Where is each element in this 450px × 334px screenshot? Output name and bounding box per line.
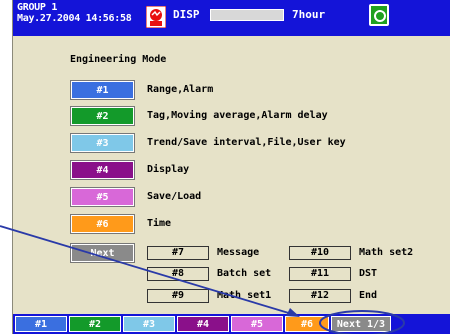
next-item-label: DST [359, 268, 378, 279]
next-item-key: #12 [289, 289, 351, 303]
next-item-key: #10 [289, 246, 351, 260]
softkey-next[interactable]: Next 1/3 [331, 316, 391, 332]
softkey-4[interactable]: #4 [177, 316, 229, 332]
menu-item-label: Display [147, 164, 190, 175]
softkey-bar: #1 #2 #3 #4 #5 #6 Next 1/3 [13, 314, 450, 334]
next-item-label: Batch set [217, 268, 272, 279]
softkey-6[interactable]: #6 [285, 316, 329, 332]
menu-item-label: Time [147, 218, 172, 229]
softkey-5[interactable]: #5 [231, 316, 283, 332]
next-item-label: Math set1 [217, 290, 272, 301]
menu-item-label: Range,Alarm [147, 84, 214, 95]
datetime: May.27.2004 14:56:58 [17, 13, 132, 24]
next-item-key: #9 [147, 289, 209, 303]
menu-key[interactable]: #2 [70, 106, 135, 126]
recorder-screen: GROUP 1 May.27.2004 14:56:58 DISP 7hour … [12, 0, 450, 334]
next-item-label: End [359, 290, 378, 301]
time-span-label: 7hour [292, 8, 326, 21]
alarm-icon [146, 6, 166, 28]
menu-key[interactable]: #5 [70, 187, 135, 207]
softkey-1[interactable]: #1 [15, 316, 67, 332]
menu-key[interactable]: #1 [70, 80, 135, 100]
group-name: GROUP 1 [17, 2, 58, 13]
next-item-key: #8 [147, 267, 209, 281]
next-item-key: #7 [147, 246, 209, 260]
page-title: Engineering Mode [70, 54, 167, 65]
menu-item-label: Save/Load [147, 191, 202, 202]
next-button[interactable]: Next [70, 243, 135, 263]
status-bar: GROUP 1 May.27.2004 14:56:58 DISP 7hour [13, 0, 450, 36]
menu-key[interactable]: #6 [70, 214, 135, 234]
media-icon [369, 4, 389, 26]
next-item-label: Message [217, 247, 260, 258]
softkey-3[interactable]: #3 [123, 316, 175, 332]
menu-item-label: Trend/Save interval,File,User key [147, 137, 346, 148]
menu-key[interactable]: #3 [70, 133, 135, 153]
menu-key[interactable]: #4 [70, 160, 135, 180]
softkey-2[interactable]: #2 [69, 316, 121, 332]
display-progress-bar [210, 9, 284, 21]
display-mode-label: DISP [173, 8, 200, 21]
menu-item-label: Tag,Moving average,Alarm delay [147, 110, 328, 121]
group-info: GROUP 1 May.27.2004 14:56:58 [17, 2, 132, 24]
next-item-key: #11 [289, 267, 351, 281]
next-item-label: Math set2 [359, 247, 414, 258]
